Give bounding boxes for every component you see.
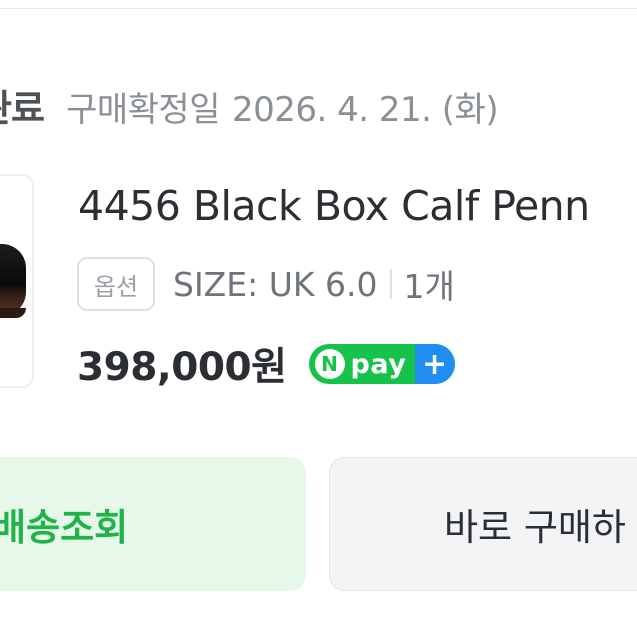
buy-again-label: 바로 구매하 bbox=[444, 506, 626, 549]
track-delivery-label: 배송조회 bbox=[0, 506, 129, 549]
option-quantity-text: 1개 bbox=[403, 267, 455, 306]
shoe-sole-icon bbox=[0, 308, 26, 318]
order-status-row: 완료 구매확정일 2026. 4. 21. (화) bbox=[0, 78, 499, 132]
track-delivery-button[interactable]: 배송조회 bbox=[0, 457, 306, 591]
npay-badge: N pay + bbox=[308, 344, 455, 384]
top-divider bbox=[0, 0, 637, 9]
purchase-confirm-date: 2026. 4. 21. (화) bbox=[232, 90, 499, 130]
npay-plus-icon: + bbox=[414, 344, 455, 384]
purchase-confirm-label: 구매확정일 bbox=[66, 90, 220, 130]
product-thumbnail[interactable] bbox=[0, 174, 34, 388]
price-row: 398,000원 N pay + bbox=[77, 336, 455, 392]
product-option-row: 옵션 SIZE: UK 6.0 1개 bbox=[77, 256, 455, 312]
product-name[interactable]: 4456 Black Box Calf Penn bbox=[78, 182, 590, 230]
npay-n-icon: N bbox=[314, 349, 345, 379]
npay-text: pay bbox=[350, 348, 407, 380]
option-size-text: SIZE: UK 6.0 bbox=[173, 264, 378, 304]
product-price: 398,000원 bbox=[77, 345, 287, 390]
order-status-label: 완료 bbox=[0, 87, 45, 130]
buy-again-button[interactable]: 바로 구매하 bbox=[329, 457, 637, 591]
shoe-image-icon bbox=[0, 244, 26, 316]
order-item-card: 완료 구매확정일 2026. 4. 21. (화) 4456 Black Box… bbox=[0, 0, 637, 637]
option-separator bbox=[389, 269, 392, 299]
option-badge: 옵션 bbox=[77, 257, 155, 311]
